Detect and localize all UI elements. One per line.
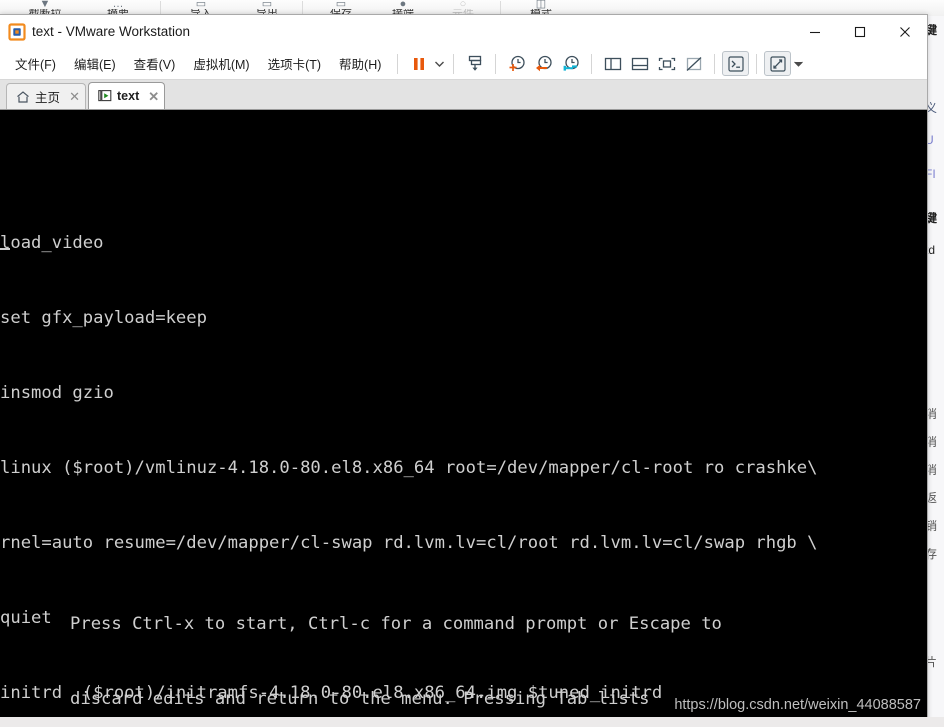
close-icon bbox=[899, 26, 910, 37]
window-title: text - VMware Workstation bbox=[32, 24, 191, 39]
snapshot-manager-clock-icon bbox=[563, 55, 579, 71]
stretch-guest-button[interactable] bbox=[680, 51, 707, 76]
grub-line: set gfx_payload=keep bbox=[0, 308, 207, 328]
bg-toolbar-glyph: ▭ bbox=[261, 0, 273, 9]
grub-line: insmod gzio bbox=[0, 383, 114, 403]
maximize-icon bbox=[854, 26, 865, 37]
tab-home[interactable]: 主页 ✕ bbox=[6, 83, 87, 109]
menu-edit[interactable]: 编辑(E) bbox=[65, 50, 125, 77]
chevron-down-icon bbox=[794, 61, 803, 67]
grub-line: rnel=auto resume=/dev/mapper/cl-swap rd.… bbox=[0, 533, 818, 553]
suspend-button[interactable] bbox=[405, 51, 432, 76]
menu-toolbar: 文件(F) 编辑(E) 查看(V) 虚拟机(M) 选项卡(T) 帮助(H) bbox=[0, 48, 927, 80]
toolbar-divider bbox=[397, 53, 399, 74]
revert-snapshot-button[interactable] bbox=[530, 51, 557, 76]
menu-tabs[interactable]: 选项卡(T) bbox=[259, 50, 330, 77]
terminal-prompt-icon bbox=[728, 55, 744, 72]
guest-screen[interactable]: load_video set gfx_payload=keep insmod g… bbox=[0, 110, 927, 726]
vmware-logo-icon bbox=[8, 23, 26, 41]
grub-line: load_video bbox=[0, 231, 927, 256]
stretch-disabled-icon bbox=[686, 56, 702, 71]
show-console-view-button[interactable] bbox=[626, 51, 653, 76]
toolbar-divider bbox=[756, 53, 758, 74]
panel-bottom-icon bbox=[631, 57, 649, 70]
tab-text[interactable]: text ✕ bbox=[88, 82, 166, 109]
menu-file[interactable]: 文件(F) bbox=[6, 50, 65, 77]
toolbar-divider bbox=[495, 53, 497, 74]
bg-toolbar-glyph: ● bbox=[399, 0, 407, 9]
toolbar-divider bbox=[714, 53, 716, 74]
bg-toolbar-glyph: ◫ bbox=[535, 0, 547, 9]
bg-toolbar-glyph: ○ bbox=[459, 0, 467, 9]
panel-left-icon bbox=[604, 57, 622, 70]
fullscreen-button[interactable] bbox=[653, 51, 680, 76]
vm-play-icon bbox=[97, 89, 112, 104]
window-controls bbox=[792, 15, 927, 48]
vmware-workstation-window: text - VMware Workstation 文件(F) 编辑(E) 查看… bbox=[0, 14, 928, 727]
power-dropdown[interactable] bbox=[432, 51, 446, 76]
send-key-icon bbox=[468, 55, 482, 71]
toolbar-divider bbox=[591, 53, 593, 74]
minimize-button[interactable] bbox=[792, 15, 837, 48]
tab-text-close-icon[interactable]: ✕ bbox=[147, 90, 160, 103]
grub-line: linux ($root)/vmlinuz-4.18.0-80.el8.x86_… bbox=[0, 458, 818, 478]
grub-help-line: Press Ctrl-x to start, Ctrl-c for a comm… bbox=[70, 614, 722, 634]
snapshot-add-clock-icon bbox=[509, 55, 525, 71]
pause-icon bbox=[413, 57, 424, 70]
desktop-bottom-strip bbox=[0, 717, 944, 727]
tab-strip: 主页 ✕ text ✕ bbox=[0, 80, 927, 110]
fit-guest-icon bbox=[658, 57, 676, 70]
take-snapshot-button[interactable] bbox=[503, 51, 530, 76]
fullscreen-dropdown[interactable] bbox=[791, 51, 805, 76]
minimize-icon bbox=[809, 31, 820, 33]
window-titlebar[interactable]: text - VMware Workstation bbox=[0, 15, 927, 48]
screen-root: ▼ 截断拉 … 摘要 ▭ 导入 ▭ 导出 ▭ 保存 ● 接端 ○ 元件 ◫ 模式… bbox=[0, 0, 944, 727]
tab-home-close-icon[interactable]: ✕ bbox=[68, 90, 81, 103]
enter-fullscreen-button[interactable] bbox=[764, 51, 792, 76]
bg-toolbar-glyph: ▭ bbox=[335, 0, 347, 9]
close-button[interactable] bbox=[882, 15, 927, 48]
unity-console-button[interactable] bbox=[722, 51, 750, 76]
menu-vm[interactable]: 虚拟机(M) bbox=[184, 50, 258, 77]
menu-help[interactable]: 帮助(H) bbox=[330, 50, 390, 77]
bg-toolbar-glyph: … bbox=[112, 0, 124, 9]
toolbar-divider bbox=[453, 53, 455, 74]
bg-toolbar-glyph: ▼ bbox=[39, 0, 51, 9]
tab-home-label: 主页 bbox=[35, 91, 61, 105]
snapshot-manager-button[interactable] bbox=[557, 51, 584, 76]
watermark: https://blog.csdn.net/weixin_44088587 bbox=[674, 697, 921, 713]
show-sidebar-button[interactable] bbox=[599, 51, 626, 76]
expand-arrows-icon bbox=[770, 55, 786, 72]
tab-text-label: text bbox=[117, 89, 140, 103]
bg-toolbar-glyph: ▭ bbox=[195, 0, 207, 9]
menu-view[interactable]: 查看(V) bbox=[125, 50, 185, 77]
snapshot-revert-clock-icon bbox=[535, 55, 552, 71]
send-ctrl-alt-del-button[interactable] bbox=[461, 51, 488, 76]
maximize-button[interactable] bbox=[837, 15, 882, 48]
grub-line-text: load_video bbox=[0, 233, 104, 253]
chevron-down-icon bbox=[434, 61, 444, 67]
home-icon bbox=[15, 89, 30, 104]
